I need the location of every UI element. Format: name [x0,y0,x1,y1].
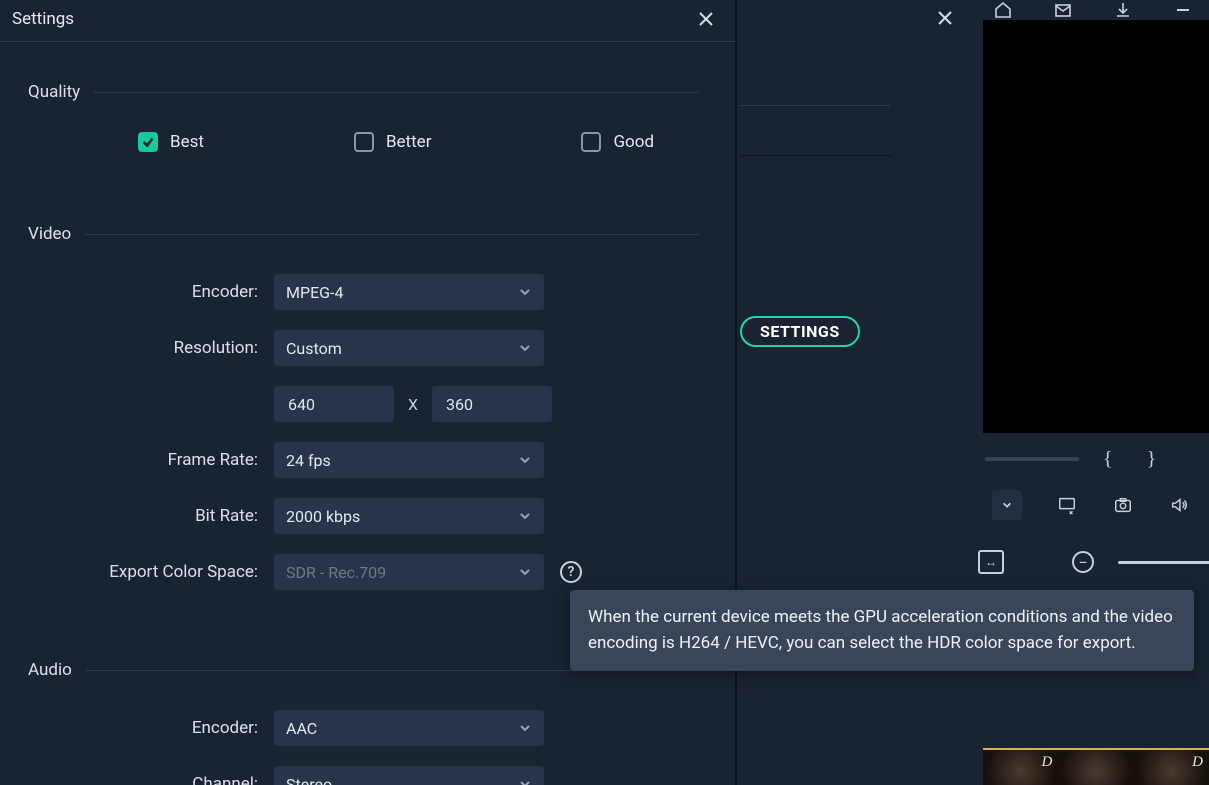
checkbox-icon [581,132,601,152]
chevron-down-icon [518,565,532,579]
chevron-down-icon [1001,499,1013,511]
video-resolution-select[interactable]: Custom [274,330,544,366]
mail-icon[interactable] [1052,0,1074,21]
video-resolution-label: Resolution: [28,338,258,358]
height-value: 360 [446,395,473,414]
settings-button[interactable]: SETTINGS [740,316,860,347]
video-colorspace-row: Export Color Space: SDR - Rec.709 ? [28,554,707,590]
audio-encoder-row: Encoder: AAC [28,710,707,746]
close-icon [697,10,715,28]
filmstrip[interactable]: D D [983,748,1209,785]
quality-option-best[interactable]: Best [138,132,204,152]
video-encoder-row: Encoder: MPEG-4 [28,274,707,310]
colorspace-tooltip: When the current device meets the GPU ac… [570,590,1194,671]
video-framerate-label: Frame Rate: [28,450,258,470]
select-value: MPEG-4 [286,283,343,302]
audio-channel-row: Channel: Stereo [28,766,707,785]
audio-section-label: Audio [28,660,86,680]
quality-options: Best Better Good [28,132,707,152]
dimension-separator: X [408,395,418,414]
monitor-icon[interactable] [1056,494,1078,516]
quality-option-label: Better [386,132,432,152]
video-colorspace-label: Export Color Space: [28,562,258,582]
height-input[interactable]: 360 [432,386,552,422]
brace-left-icon: { [1103,448,1113,471]
video-resolution-row: Resolution: Custom [28,330,707,366]
chevron-down-icon [518,341,532,355]
minimize-icon[interactable] [1172,0,1194,21]
video-dimensions-row: 640 X 360 [28,386,707,422]
video-bitrate-select[interactable]: 2000 kbps [274,498,544,534]
audio-channel-label: Channel: [28,774,258,785]
audio-encoder-select[interactable]: AAC [274,710,544,746]
chevron-down-icon [518,777,532,785]
select-value: 24 fps [286,451,331,470]
brace-right-icon: } [1147,448,1157,471]
checkbox-checked-icon [138,132,158,152]
select-value: Custom [286,339,342,358]
minus-glyph: − [1078,553,1087,572]
secondary-divider [740,105,890,106]
quality-section-label: Quality [28,82,94,102]
quality-section-header: Quality [28,82,707,102]
snapshot-icon[interactable] [1112,494,1134,516]
select-value: SDR - Rec.709 [286,563,386,582]
quality-option-label: Best [170,132,204,152]
volume-icon[interactable] [1168,494,1190,516]
dimension-inputs: 640 X 360 [274,386,552,422]
preview-viewport [983,20,1209,433]
chevron-down-icon [518,285,532,299]
audio-channel-select[interactable]: Stereo [274,766,544,785]
top-toolbar [992,0,1194,20]
quality-option-better[interactable]: Better [354,132,432,152]
video-encoder-select[interactable]: MPEG-4 [274,274,544,310]
secondary-divider [740,155,893,156]
video-colorspace-select[interactable]: SDR - Rec.709 [274,554,544,590]
select-value: Stereo [286,775,332,785]
zoom-controls: ↔ − [978,550,1209,574]
chevron-down-icon [518,509,532,523]
audio-encoder-label: Encoder: [28,718,258,738]
timeline-annotation-row: { } [985,444,1209,474]
dropdown-button[interactable] [992,490,1022,520]
chevron-down-icon [518,721,532,735]
zoom-out-button[interactable]: − [1072,551,1094,573]
select-value: AAC [286,719,317,738]
video-framerate-select[interactable]: 24 fps [274,442,544,478]
width-input[interactable]: 640 [274,386,394,422]
preview-controls [992,490,1190,520]
select-value: 2000 kbps [286,507,360,526]
zoom-slider[interactable] [1118,561,1209,564]
frame-badge: D [1192,754,1203,771]
quality-option-good[interactable]: Good [581,132,654,152]
panel-header: Settings [0,0,735,42]
section-divider [94,92,699,93]
chevron-down-icon [518,453,532,467]
fit-glyph: ↔ [985,555,997,569]
close-button[interactable] [695,8,717,30]
video-encoder-label: Encoder: [28,282,258,302]
progress-slider[interactable] [985,457,1079,461]
video-bitrate-label: Bit Rate: [28,506,258,526]
video-section-label: Video [28,224,85,244]
section-divider [85,234,699,235]
filmstrip-frame[interactable]: D [1134,748,1209,785]
fit-width-icon[interactable]: ↔ [978,550,1004,574]
home-icon[interactable] [992,0,1014,21]
filmstrip-frame[interactable]: D [983,748,1058,785]
video-bitrate-row: Bit Rate: 2000 kbps [28,498,707,534]
frame-badge: D [1041,754,1052,771]
width-value: 640 [288,395,315,414]
filmstrip-frame[interactable] [1058,748,1133,785]
secondary-close-button[interactable] [936,9,958,31]
checkbox-icon [354,132,374,152]
help-icon[interactable]: ? [560,561,582,583]
video-section-header: Video [28,224,707,244]
quality-option-label: Good [613,132,654,152]
panel-title: Settings [12,9,74,29]
download-icon[interactable] [1112,0,1134,21]
video-framerate-row: Frame Rate: 24 fps [28,442,707,478]
close-icon [936,9,954,27]
